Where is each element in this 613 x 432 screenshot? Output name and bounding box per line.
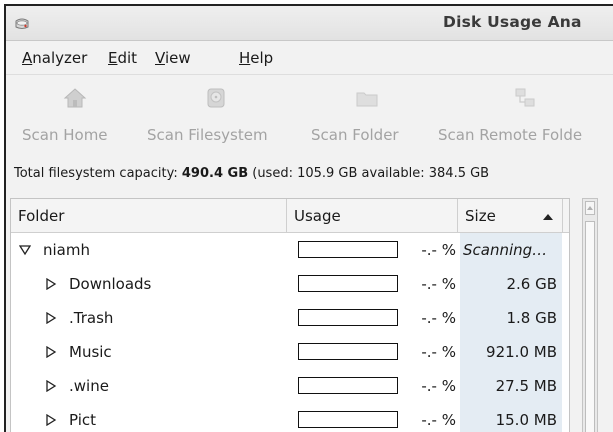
column-header-contents[interactable]: C [563,199,569,233]
capacity-prefix: Total filesystem capacity: [14,166,182,181]
scan-home-button[interactable]: Scan Home [22,76,132,156]
usage-percent: -.- % [421,275,456,293]
scroll-up-arrow-icon[interactable] [585,201,595,215]
folder-size: Scanning… [463,241,548,259]
capacity-used-available: (used: 105.9 GB available: 384.5 GB [248,166,490,181]
scrollbar-thumb[interactable] [585,221,595,432]
expander-collapsed-icon[interactable] [45,414,57,426]
network-icon [515,88,535,107]
usage-bar [298,411,398,428]
menu-edit[interactable]: Edit [108,49,137,67]
menu-bar: Analyzer Edit View Help [6,42,613,75]
menu-analyzer-label: nalyzer [32,49,88,67]
menu-help[interactable]: Help [239,49,273,67]
table-row[interactable]: Pict -.- % 15.0 MB [11,403,561,432]
scan-remote-folder-label: Scan Remote Folde [438,126,583,144]
folder-size: 1.8 GB [506,309,557,327]
table-row[interactable]: niamh -.- % Scanning… [11,233,561,267]
menu-edit-label: dit [117,49,138,67]
filesystem-capacity-text: Total filesystem capacity: 490.4 GB (use… [14,166,489,181]
folder-name: niamh [43,241,90,259]
vertical-scrollbar[interactable] [582,198,598,432]
usage-bar [298,377,398,394]
folder-size: 921.0 MB [486,343,557,361]
folder-name: Music [69,343,112,361]
column-header-usage-label: Usage [294,207,341,225]
usage-percent: -.- % [421,309,456,327]
folder-name: Pict [69,411,97,429]
column-header-folder[interactable]: Folder [11,199,287,233]
column-header-folder-label: Folder [18,207,65,225]
scan-remote-folder-button[interactable]: Scan Remote Folde [438,76,613,156]
expander-expanded-icon[interactable] [19,244,31,256]
folder-size: 27.5 MB [495,377,557,395]
usage-bar [298,275,398,292]
expander-collapsed-icon[interactable] [45,346,57,358]
table-row[interactable]: Music -.- % 921.0 MB [11,335,561,369]
sort-ascending-icon [543,214,553,220]
home-icon [63,88,87,108]
menu-view-mnemonic: V [155,49,165,67]
title-bar[interactable]: Disk Usage Ana [6,6,613,41]
column-header-usage[interactable]: Usage [287,199,458,233]
usage-percent: -.- % [421,411,456,429]
scan-folder-button[interactable]: Scan Folder [311,76,426,156]
menu-view[interactable]: View [155,49,191,67]
folder-name: .wine [69,377,109,395]
folder-size: 15.0 MB [495,411,557,429]
menu-analyzer[interactable]: Analyzer [22,49,87,67]
usage-percent: -.- % [421,241,456,259]
scan-filesystem-label: Scan Filesystem [147,126,268,144]
table-row[interactable]: Downloads -.- % 2.6 GB [11,267,561,301]
column-header-size-label: Size [465,207,496,225]
scan-folder-label: Scan Folder [311,126,399,144]
toolbar: Scan Home Scan Filesystem Scan Folder Sc… [6,76,613,156]
usage-bar [298,241,398,258]
folder-icon [356,92,378,107]
usage-bar [298,309,398,326]
scan-filesystem-button[interactable]: Scan Filesystem [147,76,297,156]
disk-usage-analyzer-window: Disk Usage Ana Analyzer Edit View Help S… [4,4,613,432]
menu-help-label: elp [250,49,274,67]
menu-help-mnemonic: H [239,49,251,67]
folder-size: 2.6 GB [506,275,557,293]
harddisk-icon [207,88,225,108]
table-row[interactable]: .wine -.- % 27.5 MB [11,369,561,403]
column-header-row: Folder Usage Size C [11,199,569,233]
scan-home-label: Scan Home [22,126,108,144]
menu-analyzer-mnemonic: A [22,49,33,67]
table-row[interactable]: .Trash -.- % 1.8 GB [11,301,561,335]
usage-percent: -.- % [421,377,456,395]
expander-collapsed-icon[interactable] [45,278,57,290]
expander-collapsed-icon[interactable] [45,380,57,392]
capacity-total: 490.4 GB [181,166,249,181]
expander-collapsed-icon[interactable] [45,312,57,324]
folder-tree-view[interactable]: Folder Usage Size C niamh -.- % Scanning… D… [10,198,570,432]
column-header-size[interactable]: Size [458,199,563,233]
usage-percent: -.- % [421,343,456,361]
window-title: Disk Usage Ana [443,13,582,31]
folder-name: .Trash [69,309,114,327]
folder-name: Downloads [69,275,152,293]
disk-analyzer-app-icon [15,18,29,29]
menu-view-label: iew [164,49,191,67]
usage-bar [298,343,398,360]
